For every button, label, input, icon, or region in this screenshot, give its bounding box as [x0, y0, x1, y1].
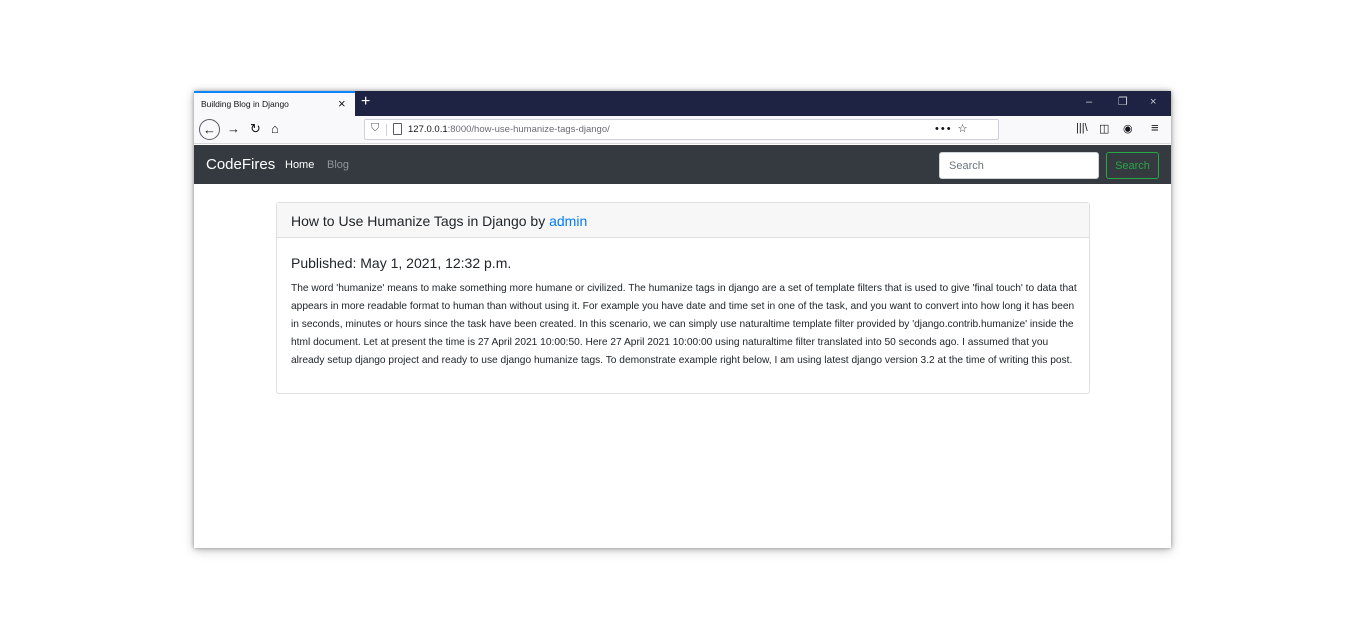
- post-card: How to Use Humanize Tags in Django by ad…: [276, 202, 1090, 394]
- close-window-icon[interactable]: ×: [1150, 95, 1156, 109]
- account-icon[interactable]: ◉: [1123, 122, 1133, 135]
- menu-icon[interactable]: ≡: [1151, 120, 1159, 135]
- sidebar-icon[interactable]: ◫: [1099, 122, 1109, 135]
- library-icon[interactable]: |||\: [1076, 122, 1088, 134]
- tab-title: Building Blog in Django: [201, 99, 289, 109]
- shield-icon[interactable]: ⛉: [371, 122, 379, 135]
- url-text[interactable]: 127.0.0.1:8000/how-use-humanize-tags-dja…: [408, 124, 610, 135]
- address-bar[interactable]: ⛉ 127.0.0.1:8000/how-use-humanize-tags-d…: [364, 119, 999, 140]
- reload-icon[interactable]: ↻: [250, 121, 261, 137]
- back-icon[interactable]: ←: [199, 119, 220, 140]
- url-path: :8000/how-use-humanize-tags-django/: [447, 124, 610, 135]
- nav-link-blog[interactable]: Blog: [327, 159, 349, 171]
- maximize-icon[interactable]: ❐: [1118, 95, 1128, 109]
- tab-building-blog[interactable]: Building Blog in Django ×: [194, 91, 355, 116]
- search-button[interactable]: Search: [1106, 152, 1159, 179]
- tab-close-icon[interactable]: ×: [338, 96, 346, 112]
- post-title-text: How to Use Humanize Tags in Django by: [291, 213, 550, 229]
- post-card-header: How to Use Humanize Tags in Django by ad…: [277, 203, 1089, 238]
- site-brand[interactable]: CodeFires: [206, 156, 275, 173]
- author-link[interactable]: admin: [549, 213, 587, 229]
- site-navbar: CodeFires Home Blog Search: [194, 145, 1171, 184]
- tab-strip: Building Blog in Django × + – ❐ ×: [194, 91, 1171, 116]
- url-host: 127.0.0.1: [408, 124, 448, 135]
- page-info-icon[interactable]: [393, 123, 402, 135]
- post-body: The word 'humanize' means to make someth…: [291, 283, 1077, 366]
- page-actions-icon[interactable]: ••• ☆: [935, 122, 969, 135]
- navigation-toolbar: ← → ↻ ⌂ ⛉ 127.0.0.1:8000/how-use-humaniz…: [194, 116, 1171, 144]
- nav-link-home[interactable]: Home: [285, 159, 314, 171]
- post-title: How to Use Humanize Tags in Django by ad…: [291, 213, 587, 229]
- page-viewport: CodeFires Home Blog Search How to Use Hu…: [194, 145, 1171, 548]
- minimize-icon[interactable]: –: [1086, 95, 1092, 109]
- browser-window: Building Blog in Django × + – ❐ × ← → ↻ …: [194, 91, 1171, 548]
- url-divider: [386, 124, 387, 136]
- forward-icon[interactable]: →: [227, 121, 240, 137]
- search-input[interactable]: [939, 152, 1099, 179]
- published-date: Published: May 1, 2021, 12:32 p.m.: [291, 255, 512, 271]
- home-icon[interactable]: ⌂: [271, 121, 279, 137]
- new-tab-icon[interactable]: +: [361, 92, 370, 112]
